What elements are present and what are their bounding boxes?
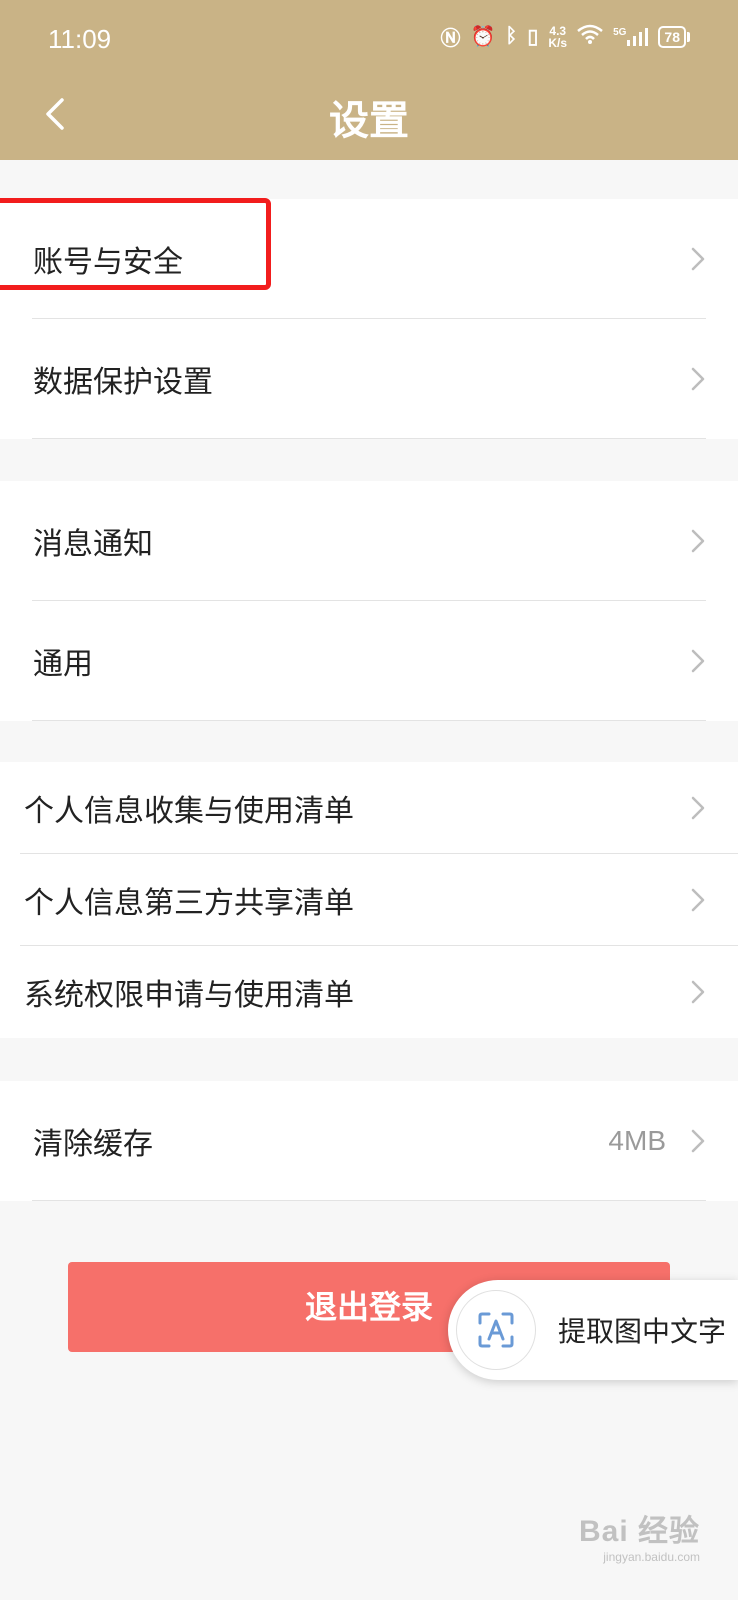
net-speed: 4.3 K/s	[548, 25, 567, 49]
chevron-right-icon	[691, 888, 705, 912]
settings-group-privacy-lists: 个人信息收集与使用清单 个人信息第三方共享清单 系统权限申请与使用清单	[0, 762, 738, 1038]
battery-level: 78	[658, 25, 686, 48]
bluetooth-icon: ᛒ	[505, 25, 518, 47]
network-type: 5G	[613, 26, 627, 38]
status-icons: Ⓝ ⏰ ᛒ ▯ 4.3 K/s 5G 78	[440, 22, 690, 51]
item-label: 系统权限申请与使用清单	[24, 978, 354, 1013]
nfc-icon: Ⓝ	[440, 28, 461, 50]
settings-group-cache: 清除缓存 4MB	[0, 1081, 738, 1201]
item-label: 清除缓存	[33, 1127, 153, 1162]
battery-icon: 78	[658, 25, 690, 48]
chevron-right-icon	[691, 367, 705, 391]
extract-text-label: 提取图中文字	[558, 1315, 727, 1348]
settings-item-personal-info-collection[interactable]: 个人信息收集与使用清单	[0, 762, 738, 854]
settings-item-clear-cache[interactable]: 清除缓存 4MB	[0, 1081, 738, 1201]
settings-item-general[interactable]: 通用	[0, 601, 738, 721]
item-label: 数据保护设置	[33, 365, 213, 400]
extract-text-pill[interactable]: 提取图中文字	[448, 1280, 738, 1380]
text-scan-icon	[456, 1290, 536, 1370]
settings-item-account-security[interactable]: 账号与安全	[0, 199, 738, 319]
battery-tip	[687, 31, 690, 42]
signal-icon: 5G	[613, 26, 649, 47]
chevron-right-icon	[691, 649, 705, 673]
wifi-icon	[577, 24, 603, 49]
net-speed-unit: K/s	[548, 35, 568, 50]
item-label: 消息通知	[33, 527, 153, 562]
settings-item-notifications[interactable]: 消息通知	[0, 481, 738, 601]
chevron-right-icon	[691, 529, 705, 553]
settings-group-general: 消息通知 通用	[0, 481, 738, 721]
settings-item-system-permissions[interactable]: 系统权限申请与使用清单	[0, 946, 738, 1038]
settings-group-account: 账号与安全 数据保护设置	[0, 199, 738, 439]
cache-size-value: 4MB	[608, 1125, 666, 1156]
baidu-watermark: Bai 经验 jingyan.baidu.com	[579, 1506, 700, 1564]
settings-item-third-party-sharing[interactable]: 个人信息第三方共享清单	[0, 854, 738, 946]
app-header: 11:09 Ⓝ ⏰ ᛒ ▯ 4.3 K/s 5G 78 设置	[0, 0, 738, 160]
chevron-right-icon	[691, 1129, 705, 1153]
chevron-right-icon	[691, 796, 705, 820]
vibrate-icon: ▯	[527, 26, 539, 48]
item-label: 个人信息收集与使用清单	[24, 794, 354, 829]
settings-item-data-protection[interactable]: 数据保护设置	[0, 319, 738, 439]
page-title: 设置	[329, 98, 409, 144]
item-label: 通用	[33, 647, 93, 682]
watermark-main: Bai 经验	[578, 1515, 700, 1548]
chevron-right-icon	[691, 247, 705, 271]
item-label: 个人信息第三方共享清单	[24, 886, 354, 921]
status-time: 11:09	[48, 24, 112, 54]
item-label: 账号与安全	[33, 245, 183, 280]
chevron-right-icon	[691, 980, 705, 1004]
alarm-icon: ⏰	[470, 26, 496, 48]
watermark-sub: jingyan.baidu.com	[603, 1550, 700, 1564]
